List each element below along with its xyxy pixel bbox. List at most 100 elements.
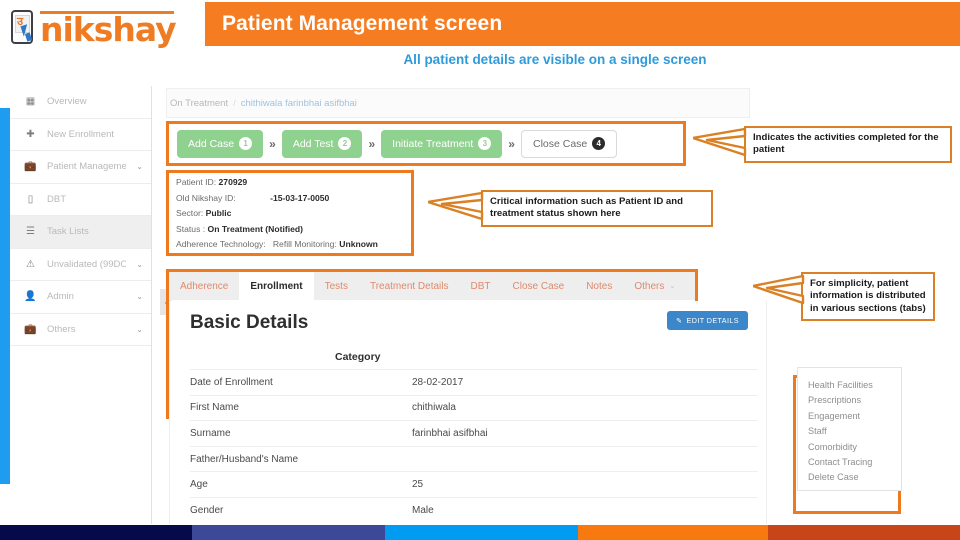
old-nikshay-id-label: Old Nikshay ID: — [176, 192, 236, 203]
adherence-technology-label: Adherence Technology: — [176, 239, 266, 250]
sector-value: Public — [205, 208, 232, 219]
tab-label: Treatment Details — [369, 280, 449, 292]
menu-item-health-facilities[interactable]: Health Facilities — [808, 378, 901, 393]
tab-enrollment[interactable]: Enrollment — [239, 272, 314, 300]
sidebar-item-label: Task Lists — [47, 226, 89, 238]
edit-details-button[interactable]: ✎ EDIT DETAILS — [667, 311, 748, 330]
card-title: Basic Details — [190, 312, 309, 333]
sector-label: Sector: — [176, 208, 204, 219]
sidebar-item-task-lists[interactable]: ☰ Task Lists — [10, 216, 151, 249]
application-screenshot: ▦ Overview ✚ New Enrollment 💼 Patient Managem… — [0, 86, 902, 524]
tab-label: Adherence — [180, 280, 229, 292]
menu-item-comorbidity[interactable]: Comorbidity — [808, 440, 901, 455]
tab-label: Others — [634, 280, 665, 292]
warning-icon: ⚠ — [26, 258, 35, 270]
workflow-step-initiate-treatment[interactable]: Initiate Treatment 3 — [381, 129, 503, 158]
tab-bar: Adherence Enrollment Tests Treatment Detail… — [169, 272, 695, 300]
detail-label: First Name — [190, 402, 239, 414]
patient-id-value: 270929 — [218, 177, 248, 187]
breadcrumb-current: chithiwala farinbhai asifbhai — [240, 98, 357, 109]
refill-monitoring-label: Refill Monitoring: — [272, 239, 337, 250]
slide-root: उ nikshay Patient Management screen All … — [0, 0, 960, 540]
sidebar-item-label: Unvalidated (99DOTS) — [47, 258, 127, 270]
tab-dbt[interactable]: DBT — [460, 272, 502, 300]
callout-activities-pointer — [693, 128, 749, 156]
slide-subtitle: All patient details are visible on a sin… — [403, 52, 707, 67]
callout-sections-text: For simplicity, patient information is d… — [810, 278, 926, 314]
table-row: Gender Male — [190, 496, 758, 523]
tab-others[interactable]: Others ⌄ — [623, 272, 686, 300]
sidebar-item-unvalidated-99dots[interactable]: ⚠ Unvalidated (99DOTS) ⌄ — [10, 249, 151, 281]
others-dropdown-menu: Health Facilities Prescriptions Engagement… — [797, 367, 902, 491]
workflow-chevron-icon: » — [368, 136, 376, 151]
detail-label: Gender — [190, 504, 224, 516]
workflow-step-add-case[interactable]: Add Case 1 — [177, 129, 264, 158]
workflow-chevron-icon: » — [269, 136, 276, 151]
tab-label: Tests — [324, 280, 348, 292]
sidebar-item-others[interactable]: 💼 Others ⌄ — [10, 314, 151, 346]
tab-label: Enrollment — [250, 280, 303, 292]
workflow-step-number: 2 — [338, 137, 352, 150]
old-nikshay-id-value: -15-03-17-0050 — [270, 192, 330, 203]
sidebar-item-label: DBT — [47, 193, 66, 205]
workflow-step-number: 3 — [478, 137, 492, 150]
chevron-down-icon: ⌄ — [669, 283, 676, 290]
detail-label: Date of Enrollment — [190, 376, 273, 388]
menu-item-prescriptions[interactable]: Prescriptions — [808, 393, 901, 408]
menu-item-contact-tracing[interactable]: Contact Tracing — [808, 455, 901, 470]
old-nikshay-id-row: Old Nikshay ID: -15-03-17-0050 — [176, 192, 411, 203]
sidebar-item-label: Admin — [47, 291, 74, 303]
sidebar: ▦ Overview ✚ New Enrollment 💼 Patient Managem… — [10, 86, 172, 524]
menu-item-staff[interactable]: Staff — [808, 424, 901, 439]
sidebar-item-overview[interactable]: ▦ Overview — [10, 86, 151, 119]
tab-label: Close Case — [512, 280, 565, 292]
menu-item-delete-case[interactable]: Delete Case — [808, 470, 901, 485]
bottom-bar-segment-2 — [192, 525, 385, 540]
plus-icon: ✚ — [26, 128, 35, 140]
menu-item-engagement[interactable]: Engagement — [808, 409, 901, 424]
briefcase-icon: 💼 — [24, 323, 37, 335]
slide-title-band: Patient Management screen — [205, 2, 960, 46]
nikshay-logo: उ nikshay — [8, 4, 177, 50]
workflow-step-label: Add Test — [292, 137, 334, 150]
tablet-cursor-icon: उ — [8, 8, 38, 46]
sidebar-item-dbt[interactable]: ▯ DBT — [10, 184, 151, 216]
edit-details-label: EDIT DETAILS — [686, 316, 739, 325]
workflow-step-add-test[interactable]: Add Test 2 — [281, 129, 363, 158]
workflow-step-number: 4 — [592, 137, 606, 150]
pencil-icon: ✎ — [676, 316, 683, 325]
chevron-down-icon: ⌄ — [136, 292, 143, 302]
bottom-bar-segment-1 — [0, 525, 192, 540]
sidebar-item-patient-management[interactable]: 💼 Patient Management ⌄ — [10, 151, 151, 184]
detail-value: 28-02-2017 — [412, 376, 464, 388]
bottom-color-bar — [0, 525, 960, 540]
patient-id-row: Patient ID: 270929 — [176, 178, 411, 187]
workflow-step-close-case[interactable]: Close Case 4 — [520, 129, 618, 158]
list-icon: ☰ — [26, 226, 35, 238]
workflow-chevron-icon: » — [508, 136, 515, 151]
tab-tests[interactable]: Tests — [314, 272, 359, 300]
tab-adherence[interactable]: Adherence — [169, 272, 239, 300]
sidebar-item-new-enrollment[interactable]: ✚ New Enrollment — [10, 119, 151, 151]
bottom-bar-segment-4 — [578, 525, 768, 540]
tab-notes[interactable]: Notes — [575, 272, 623, 300]
sidebar-item-label: New Enrollment — [47, 128, 115, 140]
table-row: First Name chithiwala — [190, 394, 758, 421]
detail-label: Father/Husband's Name — [190, 453, 299, 465]
adherence-row: Adherence Technology: Refill Monitoring:… — [176, 240, 411, 249]
sidebar-item-admin[interactable]: 👤 Admin ⌄ — [10, 281, 151, 314]
briefcase-icon: 💼 — [24, 161, 37, 173]
tab-close-case[interactable]: Close Case — [502, 272, 576, 300]
breadcrumb: On Treatment / chithiwala farinbhai asifbh… — [170, 98, 357, 109]
main-content: On Treatment / chithiwala farinbhai asifbh… — [152, 86, 902, 524]
page-title: Patient Management screen — [222, 12, 503, 35]
status-row: Status : On Treatment (Notified) — [176, 223, 411, 234]
callout-sections-pointer — [753, 274, 807, 304]
tab-treatment-details[interactable]: Treatment Details — [359, 272, 460, 300]
workflow-step-number: 1 — [239, 137, 253, 150]
table-row: Age 25 — [190, 471, 758, 497]
callout-critical-info: Critical information such as Patient ID … — [481, 190, 713, 227]
breadcrumb-root[interactable]: On Treatment — [170, 98, 228, 109]
status-label: Status : — [176, 223, 206, 234]
patient-id-label: Patient ID: — [176, 177, 217, 187]
